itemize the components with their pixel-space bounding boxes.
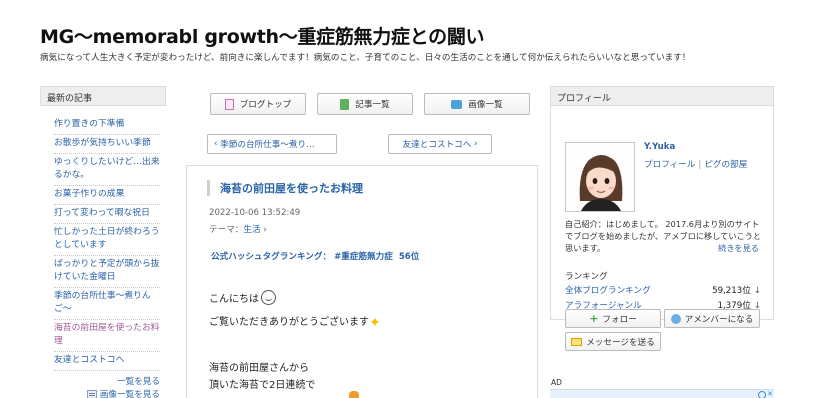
close-icon[interactable]: ✕: [766, 390, 774, 398]
list-icon: [340, 98, 350, 110]
amember-button[interactable]: アメンバーになる: [664, 309, 760, 328]
list-icon: [86, 390, 97, 398]
ad-label: AD: [551, 378, 562, 387]
article-body-line: 頂いた海苔で2日連続で: [209, 380, 316, 391]
down-arrow-icon: ↓: [753, 286, 761, 296]
article-list-button[interactable]: 記事一覧: [317, 93, 413, 115]
article: 海苔の前田屋を使ったお料理 2022-10-06 13:52:49 テーマ：生活…: [186, 165, 538, 398]
smile-emoji-icon: [261, 290, 276, 305]
recent-article-item[interactable]: お菓子作りの成果: [54, 186, 160, 205]
ranking-heading: ランキング: [565, 272, 608, 282]
recent-article-item[interactable]: 友達とコストコへ: [54, 352, 160, 371]
more-articles-link[interactable]: 一覧を見る: [40, 376, 160, 389]
prev-article-button[interactable]: ‹ 季節の台所仕事〜煮り…: [207, 134, 337, 154]
mail-icon: [571, 337, 583, 346]
recent-article-item[interactable]: ばっかりと予定が頭から抜けていた金曜日: [54, 256, 160, 288]
image-list-button[interactable]: 画像一覧: [424, 93, 530, 115]
chevron-right-icon: ›: [471, 139, 478, 149]
ameba-icon: [670, 313, 681, 324]
ad-banner[interactable]: ✕: [550, 389, 774, 398]
article-date: 2022-10-06 13:52:49: [209, 208, 301, 218]
recent-article-item[interactable]: 打って変わって暇な祝日: [54, 205, 160, 224]
pigg-room-link[interactable]: ピグの部屋: [704, 160, 747, 170]
blog-top-button[interactable]: ブログトップ: [210, 93, 306, 115]
ranking-row: 全体ブログランキング 59,213位 ↓: [565, 284, 761, 296]
blog-description: 病気になって人生大きく予定が変わったけど、前向きに楽しんでます！病気のこと、子育…: [40, 53, 691, 63]
recent-article-item[interactable]: お散歩が気持ちいい季節: [54, 135, 160, 154]
article-body-line: ご覧いただきありがとうございます✦: [209, 315, 381, 331]
recent-articles-panel: 最新の記事 作り置きの下準備 お散歩が気持ちいい季節 ゆっくりしたいけど…出来る…: [40, 86, 166, 398]
profile-link[interactable]: プロフィール: [644, 160, 695, 170]
profile-heading: プロフィール: [550, 86, 774, 106]
article-theme: テーマ：生活 ›: [209, 225, 267, 235]
blog-tabs: ブログトップ 記事一覧 画像一覧: [210, 93, 530, 115]
decoration-icon: [349, 391, 359, 398]
article-body-line: 海苔の前田屋さんから: [209, 363, 309, 374]
page-icon: [224, 98, 234, 110]
image-list-link[interactable]: 画像一覧を見る: [40, 389, 160, 398]
avatar[interactable]: [565, 142, 635, 212]
camera-icon: [451, 99, 463, 109]
recent-article-item[interactable]: ゆっくりしたいけど…出来るかな。: [54, 154, 160, 186]
recent-articles-heading: 最新の記事: [40, 86, 166, 106]
recent-article-item[interactable]: 季節の台所仕事〜煮りんご〜: [54, 288, 160, 320]
article-title[interactable]: 海苔の前田屋を使ったお料理: [207, 180, 363, 196]
recent-article-item[interactable]: 忙しかった土日が終わろうとしています: [54, 224, 160, 256]
blog-title[interactable]: MG〜memorabl growth〜重症筋無力症との闘い: [40, 22, 485, 49]
profile-box: Y.Yuka プロフィール | ピグの部屋 自己紹介：はじめまして。 2017.6月…: [550, 106, 774, 320]
list-links: 一覧を見る 画像一覧を見る: [40, 376, 166, 398]
article-body-line: こんにちは: [209, 290, 276, 305]
send-message-button[interactable]: メッセージを送る: [565, 332, 661, 351]
follow-button[interactable]: + フォロー: [565, 309, 661, 328]
profile-links: プロフィール | ピグの部屋: [644, 160, 748, 170]
recent-article-item[interactable]: 作り置きの下準備: [54, 116, 160, 135]
profile-panel: プロフィール Y.Yuka プロフィール | ピグの部屋 自己紹介：はじめまして。 …: [550, 86, 774, 320]
recent-article-item-current[interactable]: 海苔の前田屋を使ったお料理: [54, 320, 160, 352]
read-more-link[interactable]: 続きを見る: [718, 242, 759, 254]
theme-link[interactable]: 生活 ›: [243, 225, 266, 235]
sparkle-emoji-icon: ✦: [369, 315, 381, 331]
username[interactable]: Y.Yuka: [644, 142, 675, 152]
ranking-link[interactable]: 全体ブログランキング: [565, 284, 651, 296]
next-article-button[interactable]: 友達とコストコへ ›: [388, 134, 492, 154]
recent-articles-list: 作り置きの下準備 お散歩が気持ちいい季節 ゆっくりしたいけど…出来るかな。 お菓…: [40, 116, 166, 371]
plus-icon: +: [589, 312, 599, 325]
ad-info-icon[interactable]: [758, 391, 766, 398]
hashtag-ranking[interactable]: 公式ハッシュタグランキング： #重症筋無力症 56位: [211, 250, 419, 262]
